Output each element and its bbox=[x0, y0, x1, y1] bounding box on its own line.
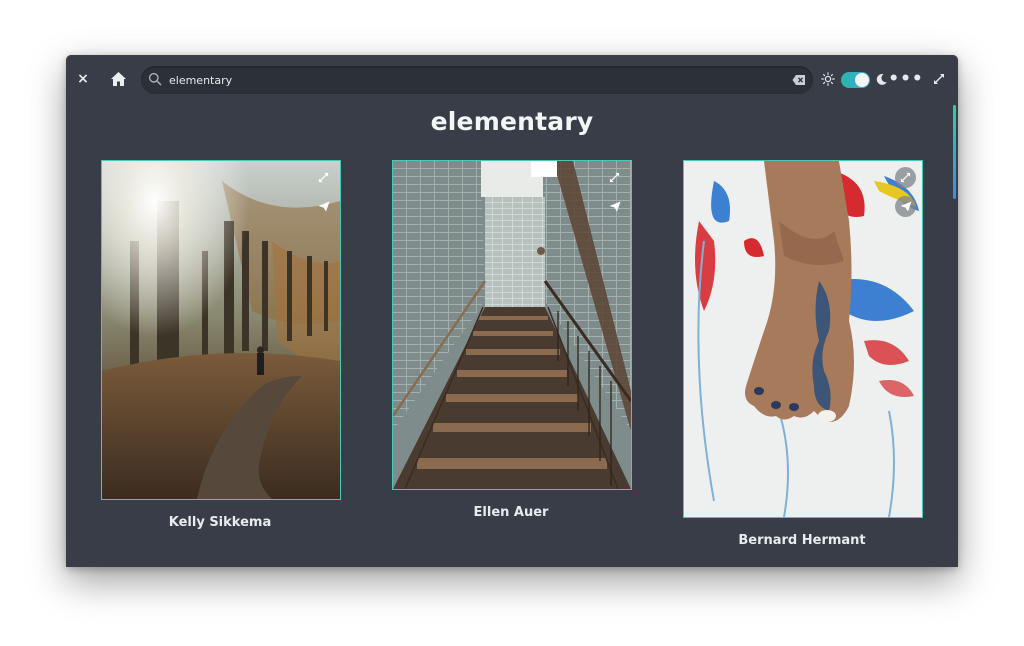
photo-card[interactable] bbox=[101, 160, 341, 500]
search-icon bbox=[148, 72, 162, 86]
close-button[interactable]: × bbox=[74, 70, 92, 88]
photo-credit[interactable]: Ellen Auer bbox=[381, 505, 641, 520]
send-icon bbox=[318, 201, 329, 212]
photo-forest-path bbox=[102, 161, 340, 499]
home-button[interactable] bbox=[108, 69, 128, 89]
expand-button[interactable] bbox=[313, 167, 334, 188]
dark-mode-toggle[interactable] bbox=[841, 72, 870, 88]
photo-credit[interactable]: Bernard Hermant bbox=[672, 533, 932, 548]
sun-icon bbox=[821, 72, 835, 86]
photo-card[interactable] bbox=[683, 160, 923, 518]
search-input[interactable] bbox=[169, 69, 769, 91]
page-title: elementary bbox=[430, 107, 594, 136]
search-box[interactable] bbox=[141, 66, 813, 94]
fullscreen-button[interactable] bbox=[930, 70, 948, 88]
expand-icon bbox=[609, 172, 620, 183]
home-icon bbox=[110, 72, 126, 86]
send-icon bbox=[900, 201, 911, 212]
share-button[interactable] bbox=[895, 196, 916, 217]
app-window: × elementary ••• elementary Kelly Sikkem… bbox=[66, 55, 958, 567]
photo-credit[interactable]: Kelly Sikkema bbox=[90, 515, 350, 530]
share-button[interactable] bbox=[313, 196, 334, 217]
photo-staircase bbox=[393, 161, 631, 489]
toggle-knob bbox=[855, 73, 869, 87]
share-button[interactable] bbox=[604, 196, 625, 217]
expand-icon bbox=[318, 172, 329, 183]
expand-icon bbox=[900, 172, 911, 183]
photo-card[interactable] bbox=[392, 160, 632, 490]
send-icon bbox=[609, 201, 620, 212]
fullscreen-icon bbox=[934, 74, 944, 84]
expand-button[interactable] bbox=[604, 167, 625, 188]
photo-painted-foot bbox=[684, 161, 922, 517]
scrollbar[interactable] bbox=[953, 105, 956, 199]
expand-button[interactable] bbox=[895, 167, 916, 188]
clear-search-icon[interactable] bbox=[792, 74, 806, 86]
headerbar: × elementary ••• bbox=[66, 55, 958, 105]
menu-button[interactable]: ••• bbox=[888, 69, 923, 89]
moon-icon bbox=[874, 72, 888, 86]
